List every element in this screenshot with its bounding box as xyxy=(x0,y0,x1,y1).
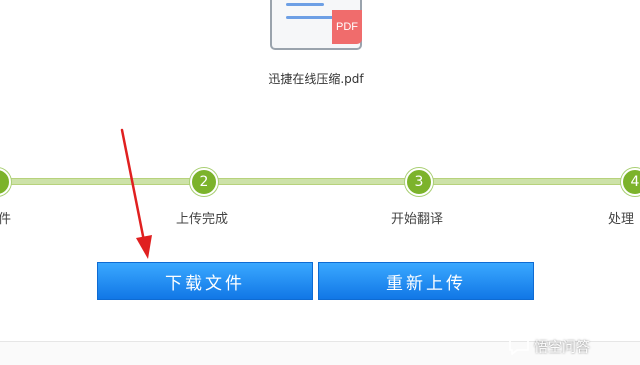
reupload-button[interactable]: 重新上传 xyxy=(318,262,534,300)
download-file-button[interactable]: 下载文件 xyxy=(97,262,313,300)
watermark: 悟空问答 xyxy=(508,337,590,357)
annotation-arrow xyxy=(120,128,152,259)
chat-bubble-icon xyxy=(509,339,529,355)
watermark-text: 悟空问答 xyxy=(534,340,590,356)
